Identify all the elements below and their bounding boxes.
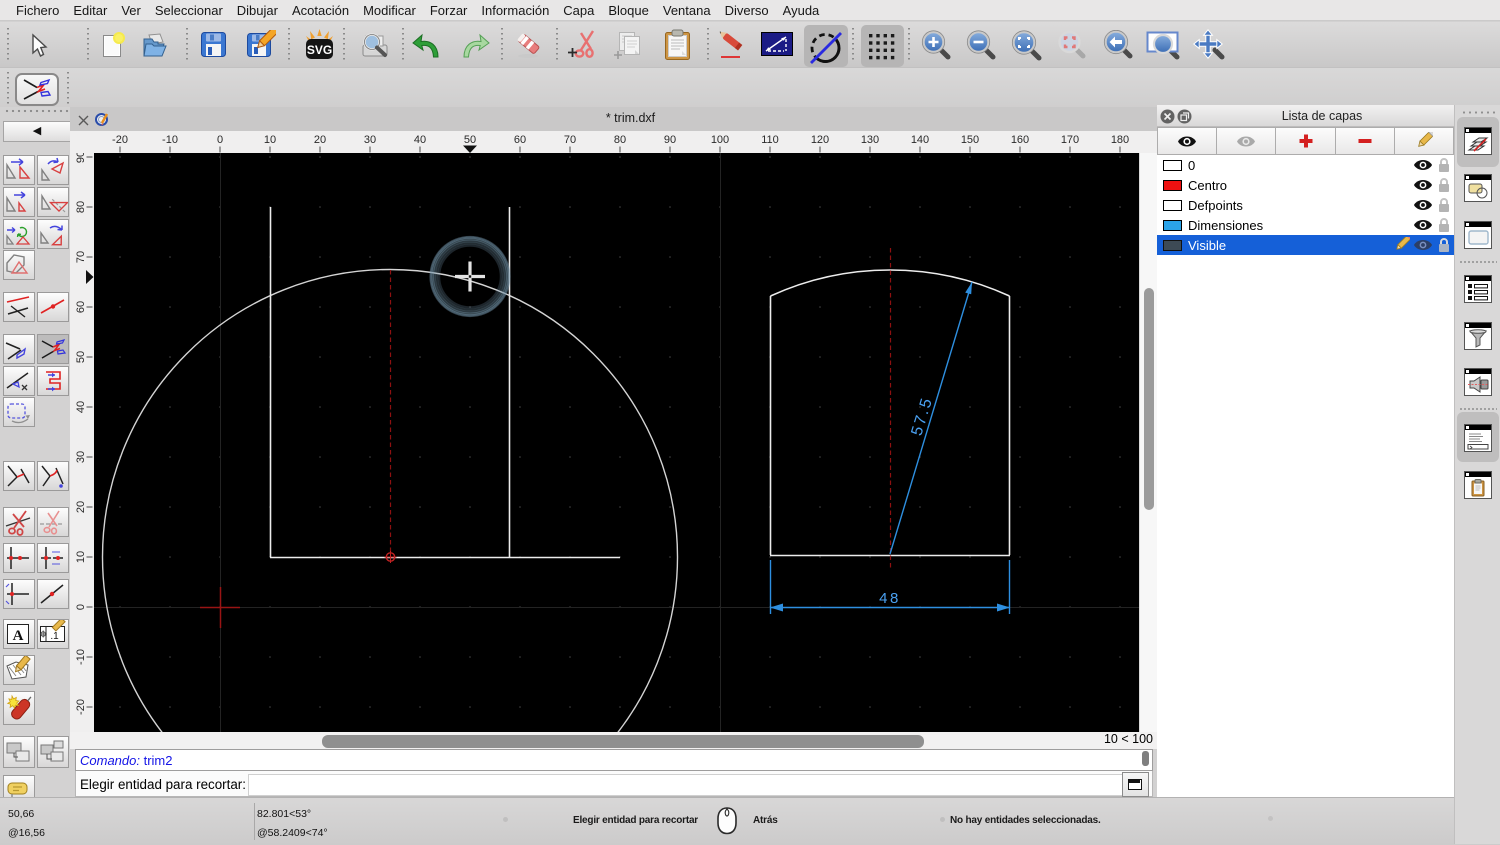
svg-text:130: 130: [861, 134, 879, 146]
svg-text:90: 90: [664, 134, 676, 146]
svg-text:100: 100: [711, 134, 729, 146]
svg-text:70: 70: [564, 134, 576, 146]
svg-text:.1: .1: [50, 631, 59, 642]
svg-text:140: 140: [911, 134, 929, 146]
svg-text:150: 150: [961, 134, 979, 146]
svg-text:40: 40: [75, 401, 87, 413]
svg-text:50: 50: [75, 351, 87, 363]
svg-text:20: 20: [75, 501, 87, 513]
svg-text:SVG: SVG: [307, 43, 332, 57]
svg-text:-20: -20: [112, 134, 128, 146]
svg-text:50: 50: [464, 134, 476, 146]
svg-text:180: 180: [1111, 134, 1129, 146]
svg-text:0: 0: [217, 134, 223, 146]
svg-text:-20: -20: [75, 699, 87, 715]
svg-text:40: 40: [414, 134, 426, 146]
svg-text:110: 110: [761, 134, 779, 146]
svg-text:48: 48: [879, 590, 901, 607]
svg-text:0: 0: [75, 604, 87, 610]
svg-text:20: 20: [314, 134, 326, 146]
svg-text:60: 60: [75, 301, 87, 313]
svg-text:60: 60: [514, 134, 526, 146]
svg-text:160: 160: [1011, 134, 1029, 146]
svg-text:10: 10: [75, 551, 87, 563]
svg-text:A: A: [13, 628, 24, 644]
svg-text:-10: -10: [162, 134, 178, 146]
svg-text:170: 170: [1061, 134, 1079, 146]
svg-text:120: 120: [811, 134, 829, 146]
svg-text:30: 30: [75, 451, 87, 463]
svg-text:-10: -10: [75, 649, 87, 665]
svg-text:90: 90: [75, 153, 87, 163]
svg-text:80: 80: [75, 201, 87, 213]
svg-text:80: 80: [614, 134, 626, 146]
svg-text:70: 70: [75, 251, 87, 263]
svg-text:10: 10: [264, 134, 276, 146]
svg-text:30: 30: [364, 134, 376, 146]
